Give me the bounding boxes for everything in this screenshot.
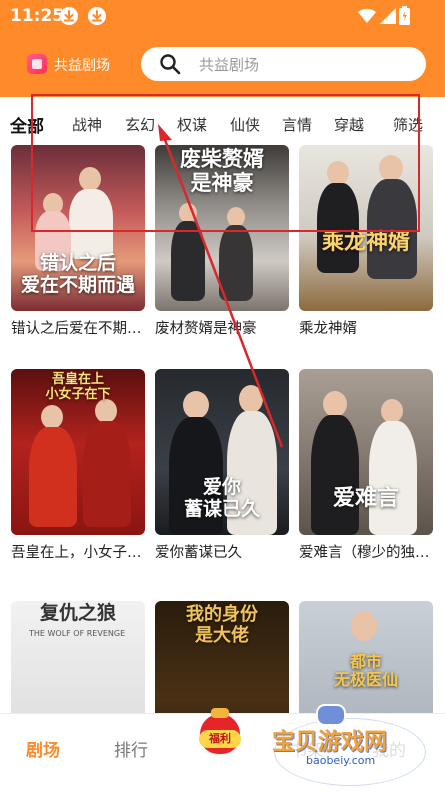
app-logo-icon	[27, 54, 47, 74]
nav-mine[interactable]: 我的	[372, 736, 406, 761]
search-placeholder: 共益剧场	[199, 56, 260, 74]
cover-title: 废柴赘婿 是神豪	[180, 146, 264, 196]
tab-chuanyue[interactable]: 穿越	[334, 114, 364, 135]
wifi-icon	[358, 8, 376, 28]
tab-xuanhuan[interactable]: 玄幻	[125, 114, 155, 135]
welfare-label: 福利	[199, 730, 241, 748]
drama-card[interactable]: 废柴赘婿 是神豪 废材赘婿是神豪	[155, 145, 289, 338]
drama-cover: 废柴赘婿 是神豪	[155, 145, 289, 311]
nav-welfare[interactable]: 福利	[197, 708, 243, 760]
nav-bookshelf[interactable]: 书架	[290, 736, 324, 761]
drama-card[interactable]: 乘龙神婿 乘龙神婿	[299, 145, 433, 338]
cover-title: 错认之后 爱在不期而遇	[20, 252, 135, 297]
category-tabs: 全部 战神 玄幻 权谋 仙侠 言情 穿越 筛选	[0, 97, 445, 147]
drama-card[interactable]: 爱难言 爱难言（穆少的独宠）	[299, 369, 433, 562]
tab-yanqing[interactable]: 言情	[282, 114, 312, 135]
tab-quanmou[interactable]: 权谋	[177, 114, 207, 135]
bag-knot-icon	[211, 708, 229, 718]
cover-title: 爱你 蓄谋已久	[183, 476, 260, 521]
status-bar: 11:25	[0, 0, 445, 32]
cover-title: 吾皇在上 小女子在下	[45, 372, 111, 402]
drama-cover: 乘龙神婿	[299, 145, 433, 311]
tab-xianxia[interactable]: 仙侠	[230, 114, 260, 135]
filter-button[interactable]: 筛选	[393, 114, 423, 135]
app-name: 共益剧场	[54, 58, 110, 74]
drama-cover: 爱难言	[299, 369, 433, 535]
drama-card[interactable]: 错认之后 爱在不期而遇 错认之后爱在不期而遇	[11, 145, 145, 338]
search-input[interactable]: 共益剧场	[141, 47, 426, 81]
nav-ranking[interactable]: 排行	[114, 736, 148, 761]
download-icon	[60, 7, 78, 25]
app-header: 11:25 共益剧场 共益剧场	[0, 0, 445, 97]
drama-title: 乘龙神婿	[299, 321, 357, 337]
cover-title: 复仇之狼	[39, 602, 116, 624]
battery-icon	[399, 6, 410, 29]
bottom-nav: 剧场 排行 福利 书架 我的	[0, 708, 445, 792]
drama-title: 吾皇在上，小女子在下	[11, 545, 145, 561]
drama-cover: 爱你 蓄谋已久	[155, 369, 289, 535]
drama-title: 爱难言（穆少的独宠）	[299, 545, 433, 561]
status-time: 11:25	[10, 6, 65, 26]
cover-title: 爱难言	[332, 484, 399, 511]
drama-cover: 吾皇在上 小女子在下	[11, 369, 145, 535]
drama-card[interactable]: 吾皇在上 小女子在下 吾皇在上，小女子在下	[11, 369, 145, 562]
cover-title: 都市 无极医仙	[333, 652, 398, 690]
drama-cover: 错认之后 爱在不期而遇	[11, 145, 145, 311]
tab-all[interactable]: 全部	[10, 112, 44, 137]
cover-title: 乘龙神婿	[321, 228, 410, 255]
drama-title: 错认之后爱在不期而遇	[11, 321, 145, 337]
drama-card[interactable]: 爱你 蓄谋已久 爱你蓄谋已久	[155, 369, 289, 562]
drama-title: 爱你蓄谋已久	[155, 545, 242, 561]
cover-subtitle: THE WOLF OF REVENGE	[29, 629, 126, 638]
cover-title: 我的身份 是大佬	[186, 604, 258, 646]
tab-zhanshen[interactable]: 战神	[72, 114, 102, 135]
search-icon	[159, 53, 181, 79]
nav-theater[interactable]: 剧场	[26, 736, 60, 761]
signal-icon	[380, 8, 396, 28]
download-icon	[88, 7, 106, 25]
drama-title: 废材赘婿是神豪	[155, 321, 257, 337]
